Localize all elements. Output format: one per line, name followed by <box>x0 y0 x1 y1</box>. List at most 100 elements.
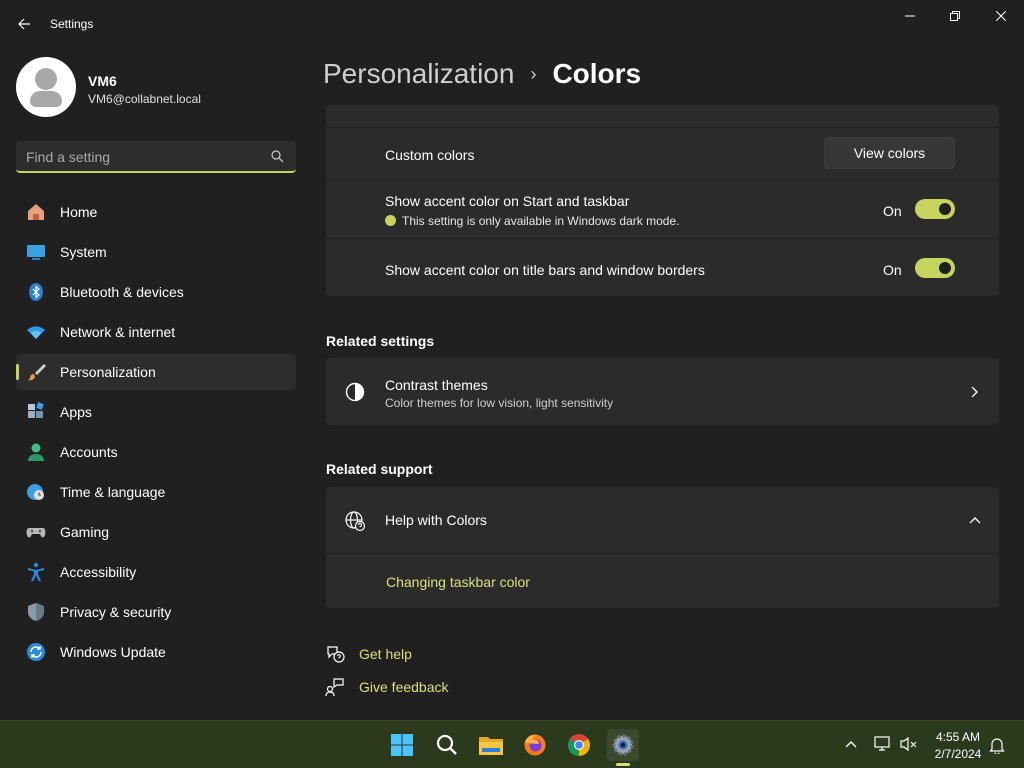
related-support-title: Related support <box>326 461 433 477</box>
accessibility-icon <box>28 562 44 581</box>
globe-help-icon <box>345 511 366 532</box>
sidebar-item-apps[interactable]: Apps <box>16 394 296 430</box>
chrome-button[interactable] <box>563 729 595 761</box>
accent-start-label: Show accent color on Start and taskbar <box>385 193 630 209</box>
search-box <box>16 141 296 173</box>
contrast-themes-row[interactable]: Contrast themes Color themes for low vis… <box>326 358 999 425</box>
chevron-right-icon <box>971 386 978 398</box>
contrast-themes-subtitle: Color themes for low vision, light sensi… <box>385 396 614 410</box>
accent-titlebar-label: Show accent color on title bars and wind… <box>385 262 705 278</box>
chevron-up-icon[interactable] <box>969 516 981 524</box>
sidebar-nav: Home System Bluetooth & devices Network … <box>16 194 296 674</box>
sidebar-item-system[interactable]: System <box>16 234 296 270</box>
changing-taskbar-color-link[interactable]: Changing taskbar color <box>386 574 530 590</box>
sidebar-item-label: Network & internet <box>60 324 176 340</box>
give-feedback-link[interactable]: Give feedback <box>359 679 449 695</box>
sidebar-item-label: Windows Update <box>60 644 166 660</box>
help-with-colors-header[interactable]: Help with Colors <box>326 487 999 553</box>
sidebar-item-label: Bluetooth & devices <box>60 284 184 300</box>
accent-start-note: This setting is only available in Window… <box>402 214 680 228</box>
gamepad-icon <box>26 528 46 538</box>
custom-colors-label: Custom colors <box>385 147 475 163</box>
taskbar: 4:55 AM 2/7/2024 <box>0 720 1024 768</box>
folder-icon <box>479 737 503 755</box>
sidebar-item-bluetooth[interactable]: Bluetooth & devices <box>16 274 296 310</box>
wifi-icon <box>27 326 45 339</box>
settings-taskbar-button[interactable] <box>607 729 639 761</box>
contrast-themes-title: Contrast themes <box>385 377 488 393</box>
chevron-up-icon[interactable] <box>845 740 857 748</box>
clock-date[interactable]: 2/7/2024 <box>930 747 986 761</box>
sidebar-item-label: Time & language <box>60 484 166 500</box>
info-icon <box>385 215 396 226</box>
help-with-colors-title: Help with Colors <box>385 512 487 528</box>
breadcrumb-separator: › <box>530 63 537 84</box>
notification-bell-icon[interactable] <box>989 736 1005 754</box>
sidebar-item-accounts[interactable]: Accounts <box>16 434 296 470</box>
sidebar-item-home[interactable]: Home <box>16 194 296 230</box>
bluetooth-icon <box>29 283 43 301</box>
gear-icon <box>612 734 634 756</box>
sidebar-item-time-language[interactable]: Time & language <box>16 474 296 510</box>
chrome-icon <box>568 734 590 756</box>
get-help-link[interactable]: Get help <box>359 646 412 662</box>
sidebar-item-personalization[interactable]: Personalization <box>16 354 296 390</box>
accent-start-state: On <box>883 203 902 219</box>
contrast-icon <box>345 382 365 402</box>
shield-icon <box>28 603 44 621</box>
sidebar-item-accessibility[interactable]: Accessibility <box>16 554 296 590</box>
sidebar-item-label: Accessibility <box>60 564 137 580</box>
sidebar-item-label: Personalization <box>60 364 156 380</box>
sidebar-item-label: Accounts <box>60 444 118 460</box>
accounts-icon <box>28 443 44 461</box>
firefox-icon <box>524 734 546 756</box>
accent-titlebar-toggle[interactable] <box>915 258 955 278</box>
avatar <box>16 57 76 117</box>
profile-email: VM6@collabnet.local <box>88 92 201 106</box>
sidebar-item-label: System <box>60 244 107 260</box>
title-bar: Settings <box>0 0 1024 48</box>
page-title: Colors <box>552 58 642 89</box>
view-colors-button[interactable]: View colors <box>824 137 955 169</box>
breadcrumb: Personalization › Colors <box>323 58 641 90</box>
network-icon[interactable] <box>874 736 892 752</box>
feedback-icon <box>325 678 344 697</box>
firefox-button[interactable] <box>519 729 551 761</box>
minimize-button[interactable] <box>887 0 933 32</box>
sidebar-item-network[interactable]: Network & internet <box>16 314 296 350</box>
get-help-icon <box>327 646 345 663</box>
search-icon[interactable] <box>271 150 284 163</box>
start-button[interactable] <box>386 729 418 761</box>
sidebar-item-privacy[interactable]: Privacy & security <box>16 594 296 630</box>
taskbar-search-button[interactable] <box>431 729 463 761</box>
profile-name: VM6 <box>88 73 117 89</box>
search-input[interactable] <box>26 148 256 166</box>
file-explorer-button[interactable] <box>475 729 507 761</box>
search-icon <box>436 734 457 755</box>
restore-button[interactable] <box>932 0 978 32</box>
close-icon <box>996 11 1006 21</box>
accent-start-toggle[interactable] <box>915 199 955 219</box>
update-icon <box>27 643 45 661</box>
back-arrow-icon <box>18 18 30 30</box>
active-app-indicator <box>616 763 630 766</box>
app-title: Settings <box>50 17 94 31</box>
windows-logo-icon <box>391 734 413 756</box>
home-icon <box>28 204 44 220</box>
sidebar-item-label: Apps <box>60 404 92 420</box>
help-with-colors-content: Changing taskbar color <box>326 554 999 608</box>
volume-muted-icon[interactable] <box>900 736 918 752</box>
breadcrumb-parent[interactable]: Personalization <box>323 58 514 90</box>
minimize-icon <box>905 15 915 17</box>
system-icon <box>27 245 45 260</box>
accent-settings-card: Custom colors View colors Show accent co… <box>326 105 999 296</box>
back-button[interactable] <box>10 10 38 38</box>
restore-icon <box>950 11 960 21</box>
globe-clock-icon <box>27 484 44 500</box>
sidebar-item-windows-update[interactable]: Windows Update <box>16 634 296 670</box>
sidebar-item-gaming[interactable]: Gaming <box>16 514 296 550</box>
close-button[interactable] <box>978 0 1024 32</box>
clock-time[interactable]: 4:55 AM <box>930 730 986 744</box>
accent-titlebar-state: On <box>883 262 902 278</box>
sidebar-item-label: Privacy & security <box>60 604 172 620</box>
